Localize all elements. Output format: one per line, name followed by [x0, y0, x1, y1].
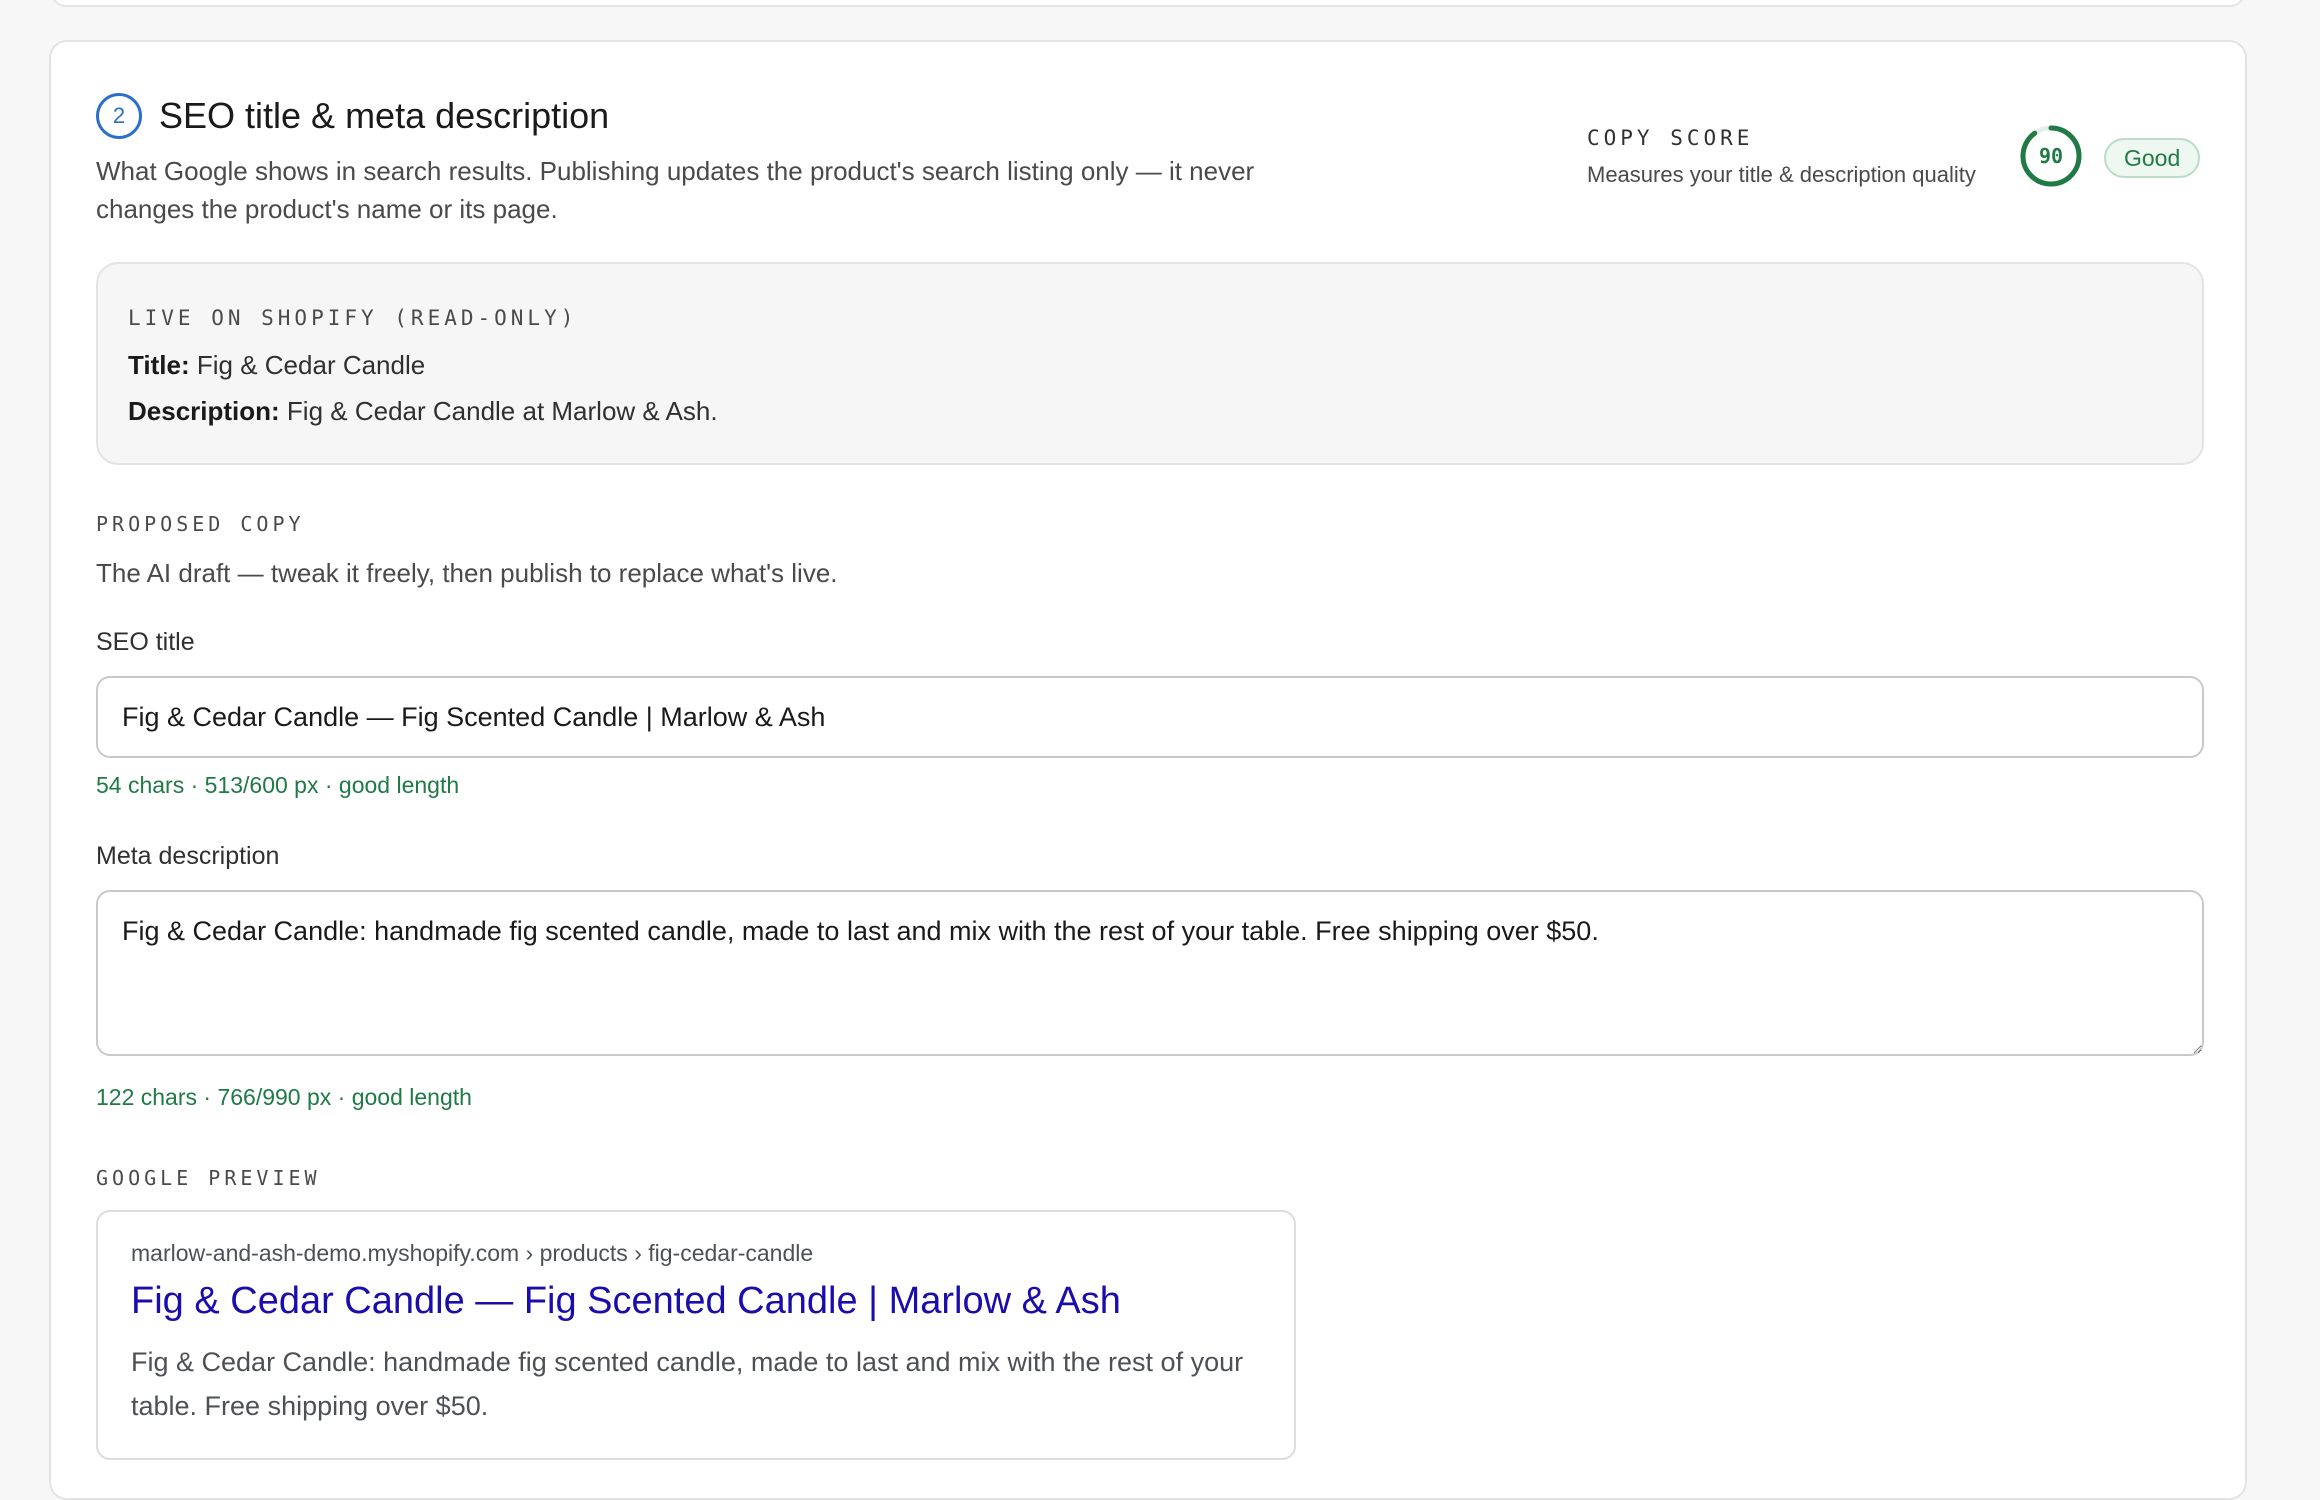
meta-description-label: Meta description — [96, 842, 280, 870]
section-subtitle: What Google shows in search results. Pub… — [96, 156, 1255, 224]
live-title-value: Fig & Cedar Candle — [196, 350, 426, 380]
copy-score-description: Measures your title & description qualit… — [1587, 162, 1976, 187]
live-listing-label: LIVE ON SHOPIFY (READ-ONLY) — [128, 306, 578, 330]
copy-score-value: 90 — [2038, 144, 2064, 168]
seo-section-card: 2 SEO title & meta description What Goog… — [49, 40, 2247, 1500]
google-preview-label: GOOGLE PREVIEW — [96, 1166, 321, 1190]
proposed-copy-label: PROPOSED COPY — [96, 512, 305, 536]
google-preview-card: marlow-and-ash-demo.myshopify.com › prod… — [96, 1210, 1296, 1460]
section-title: SEO title & meta description — [159, 95, 610, 136]
live-description-row: Description: Fig & Cedar Candle at Marlo… — [128, 396, 718, 427]
copy-score-label: COPY SCORE — [1587, 126, 1754, 150]
seo-title-input[interactable] — [96, 676, 2204, 758]
google-preview-title-link[interactable]: Fig & Cedar Candle — Fig Scented Candle … — [131, 1280, 1121, 1323]
google-preview-url: marlow-and-ash-demo.myshopify.com › prod… — [131, 1240, 814, 1266]
previous-section-card — [49, 0, 2247, 7]
google-preview-description: Fig & Cedar Candle: handmade fig scented… — [131, 1347, 1244, 1421]
live-listing-panel: LIVE ON SHOPIFY (READ-ONLY) Title: Fig &… — [96, 262, 2204, 465]
meta-description-textarea[interactable]: Fig & Cedar Candle: handmade fig scented… — [96, 890, 2204, 1056]
live-description-value: Fig & Cedar Candle at Marlow & Ash. — [286, 396, 718, 426]
live-title-label: Title: — [128, 350, 190, 380]
live-description-label: Description: — [128, 396, 280, 426]
seo-title-label: SEO title — [96, 628, 195, 656]
step-number-badge: 2 — [96, 93, 142, 139]
seo-title-length-meta: 54 chars · 513/600 px · good length — [96, 772, 460, 798]
live-title-row: Title: Fig & Cedar Candle — [128, 350, 425, 381]
proposed-copy-helper: The AI draft — tweak it freely, then pub… — [96, 558, 838, 588]
meta-description-length-meta: 122 chars · 766/990 px · good length — [96, 1084, 472, 1110]
copy-score-rating-badge: Good — [2104, 138, 2201, 178]
